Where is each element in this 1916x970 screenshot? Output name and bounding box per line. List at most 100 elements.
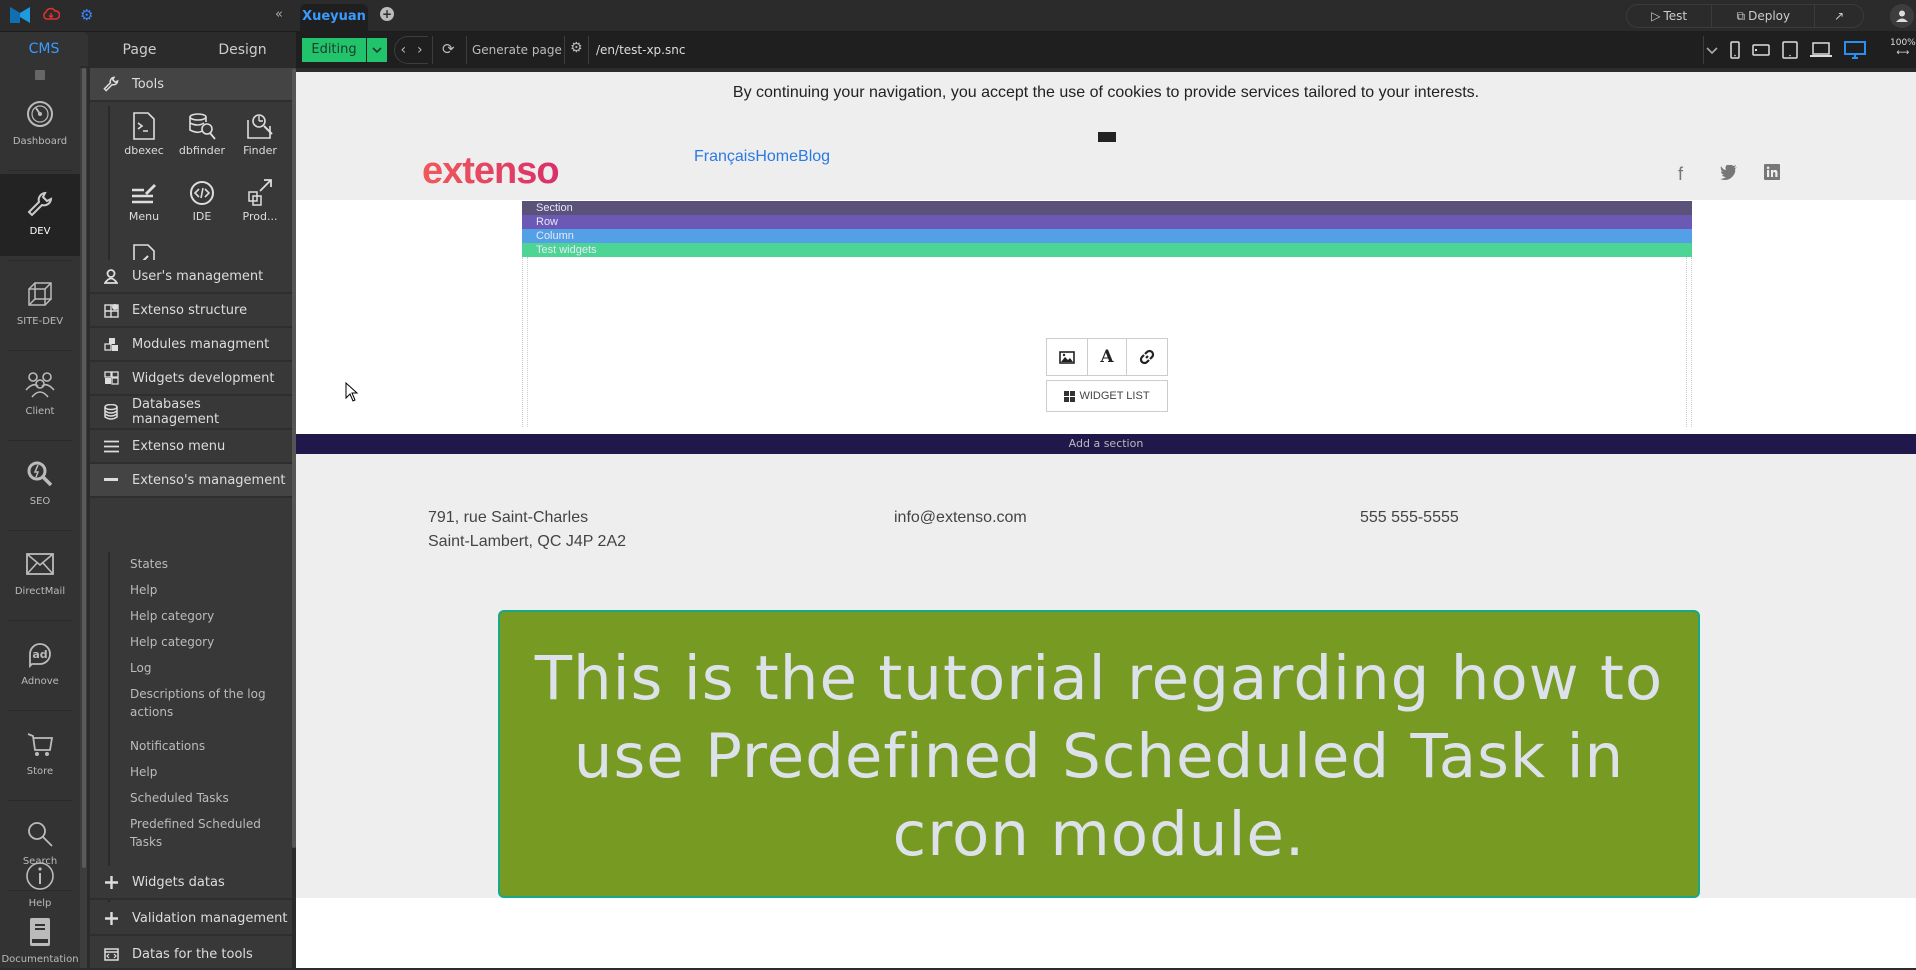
- submenu-item-help[interactable]: Help: [130, 581, 270, 599]
- rail-divider: [8, 800, 72, 801]
- left-rail: CMS Dashboard DEV SITE-DEV Client SEO Di…: [0, 32, 88, 970]
- rail-scrollbar-thumb[interactable]: [82, 68, 86, 868]
- submenu-item-help-category[interactable]: Help category: [130, 607, 270, 625]
- menu-item-extenso-structure[interactable]: Extenso structure: [90, 294, 292, 328]
- tab-cms[interactable]: CMS: [0, 32, 88, 66]
- rail-divider: [8, 530, 72, 531]
- tab-page[interactable]: Page: [88, 32, 191, 68]
- menu-item-users-management[interactable]: User's management: [90, 260, 292, 294]
- link-icon: [1139, 349, 1155, 365]
- tool-finder[interactable]: Finder: [230, 106, 290, 157]
- laptop-icon[interactable]: [1810, 42, 1832, 58]
- rail-collapse-icon[interactable]: [35, 70, 45, 80]
- menu-item-tools[interactable]: Tools: [90, 68, 292, 102]
- add-section-button[interactable]: Add a section: [296, 434, 1916, 454]
- footer-phone: 555 555-5555: [1360, 509, 1459, 526]
- menu-item-datas-for-tools[interactable]: Datas for the tools: [90, 938, 292, 968]
- submenu-item-predefined-scheduled-tasks[interactable]: Predefined Scheduled Tasks: [130, 815, 270, 851]
- page-url-field[interactable]: /en/test-xp.snc: [592, 36, 1704, 64]
- generate-page-button[interactable]: Generate page: [472, 36, 562, 64]
- external-link-button[interactable]: ↗: [1815, 5, 1863, 27]
- widget-bar[interactable]: Test widgets: [522, 243, 1692, 257]
- row-bar[interactable]: Row: [522, 215, 1692, 229]
- tool-dbfinder[interactable]: dbfinder: [172, 106, 232, 157]
- url-dropdown-button[interactable]: [1700, 36, 1724, 64]
- column-drag-handle[interactable]: [522, 257, 528, 427]
- forward-arrow-icon[interactable]: ›: [417, 42, 423, 58]
- tool-prod[interactable]: Prod...: [230, 172, 290, 223]
- footer-email[interactable]: info@extenso.com: [894, 506, 1027, 530]
- submenu-item-log-descriptions[interactable]: Descriptions of the log actions: [130, 685, 270, 721]
- linkedin-icon[interactable]: [1764, 164, 1780, 185]
- add-image-widget-button[interactable]: [1046, 338, 1088, 376]
- test-button[interactable]: ▷ Test: [1627, 5, 1713, 27]
- tablet-icon[interactable]: [1782, 41, 1798, 59]
- tab-design[interactable]: Design: [191, 32, 294, 68]
- zoom-level[interactable]: 100% ⟷: [1890, 38, 1916, 58]
- add-tab-icon[interactable]: +: [380, 7, 394, 21]
- minus-icon: [90, 478, 132, 482]
- add-link-widget-button[interactable]: [1126, 338, 1168, 376]
- rail-divider: [8, 260, 72, 261]
- image-icon: [1059, 350, 1075, 364]
- menu-item-extenso-menu[interactable]: Extenso menu: [90, 430, 292, 464]
- cookie-close-button[interactable]: [1098, 132, 1116, 142]
- mouse-cursor-icon: [345, 381, 359, 406]
- tool-dbexec[interactable]: dbexec: [114, 106, 174, 157]
- user-avatar[interactable]: [1890, 4, 1914, 28]
- panel-tabs: Page Design: [88, 32, 294, 68]
- external-link-icon: ↗: [1834, 9, 1845, 23]
- phone-icon[interactable]: [1730, 41, 1740, 59]
- tab-site[interactable]: Xueyuan: [300, 4, 368, 32]
- page-settings-gear-icon[interactable]: ⚙: [570, 40, 583, 56]
- submenu-item-help-category-2[interactable]: Help category: [130, 633, 270, 651]
- tool-ide[interactable]: IDE: [172, 172, 232, 223]
- rail-item-site-dev[interactable]: SITE-DEV: [0, 264, 80, 346]
- collapse-sidebar-icon[interactable]: «: [275, 7, 283, 22]
- submenu-item-help-2[interactable]: Help: [130, 763, 270, 781]
- deploy-button[interactable]: ⧉ Deploy: [1712, 5, 1816, 27]
- mode-dropdown-button[interactable]: [367, 38, 387, 62]
- toolbar-divider: [432, 36, 433, 64]
- back-arrow-icon[interactable]: ‹: [400, 42, 406, 58]
- rail-item-dashboard[interactable]: Dashboard: [0, 84, 80, 166]
- phone-landscape-icon[interactable]: [1752, 44, 1770, 56]
- menu-item-widgets-datas[interactable]: Widgets datas: [90, 866, 292, 900]
- menu-item-widgets-development[interactable]: Widgets development: [90, 362, 292, 396]
- rail-item-store[interactable]: Store: [0, 714, 80, 796]
- menu-item-extensos-management[interactable]: Extenso's management: [90, 464, 292, 498]
- section-bar[interactable]: Section: [522, 201, 1692, 215]
- submenu-item-states[interactable]: States: [130, 555, 270, 573]
- submenu-item-scheduled-tasks[interactable]: Scheduled Tasks: [130, 789, 270, 807]
- rail-item-client[interactable]: Client: [0, 354, 80, 436]
- tool-menu[interactable]: Menu: [114, 172, 174, 223]
- export-icon: [248, 179, 272, 206]
- twitter-icon[interactable]: [1720, 163, 1738, 185]
- add-text-widget-button[interactable]: A: [1087, 338, 1127, 376]
- rail-item-directmail[interactable]: DirectMail: [0, 534, 80, 616]
- widget-list-button[interactable]: WIDGET LIST: [1046, 380, 1168, 412]
- editor-toolbar: Editing ‹ › ⟳ Generate page ⚙ /en/test-x…: [296, 32, 1916, 68]
- submenu-item-log[interactable]: Log: [130, 659, 270, 677]
- rail-item-dev[interactable]: DEV: [0, 174, 80, 256]
- deploy-icon: ⧉: [1736, 8, 1746, 23]
- refresh-icon[interactable]: ⟳: [442, 40, 455, 58]
- menu-item-modules-management[interactable]: Modules managment: [90, 328, 292, 362]
- mode-button[interactable]: Editing: [302, 38, 366, 62]
- menu-item-databases-management[interactable]: Databases management: [90, 396, 292, 430]
- menu-edit-icon: [132, 184, 156, 204]
- site-nav-links[interactable]: FrançaisHomeBlog: [694, 148, 830, 166]
- cloud-download-icon[interactable]: [42, 7, 61, 25]
- settings-gear-icon[interactable]: ⚙: [80, 6, 93, 24]
- submenu-item-notifications[interactable]: Notifications: [130, 737, 270, 755]
- facebook-icon[interactable]: f: [1678, 164, 1683, 185]
- rail-item-adnove[interactable]: ad Adnove: [0, 624, 80, 706]
- desktop-icon[interactable]: [1844, 41, 1866, 59]
- rail-item-seo[interactable]: SEO: [0, 444, 80, 526]
- rail-divider: [8, 170, 72, 171]
- menu-item-validation-management[interactable]: Validation management: [90, 902, 292, 936]
- site-logo[interactable]: extenso: [422, 150, 560, 193]
- column-bar[interactable]: Column: [522, 229, 1692, 243]
- app-logo-icon[interactable]: [10, 7, 30, 27]
- rail-item-documentation[interactable]: Documentation: [0, 910, 80, 970]
